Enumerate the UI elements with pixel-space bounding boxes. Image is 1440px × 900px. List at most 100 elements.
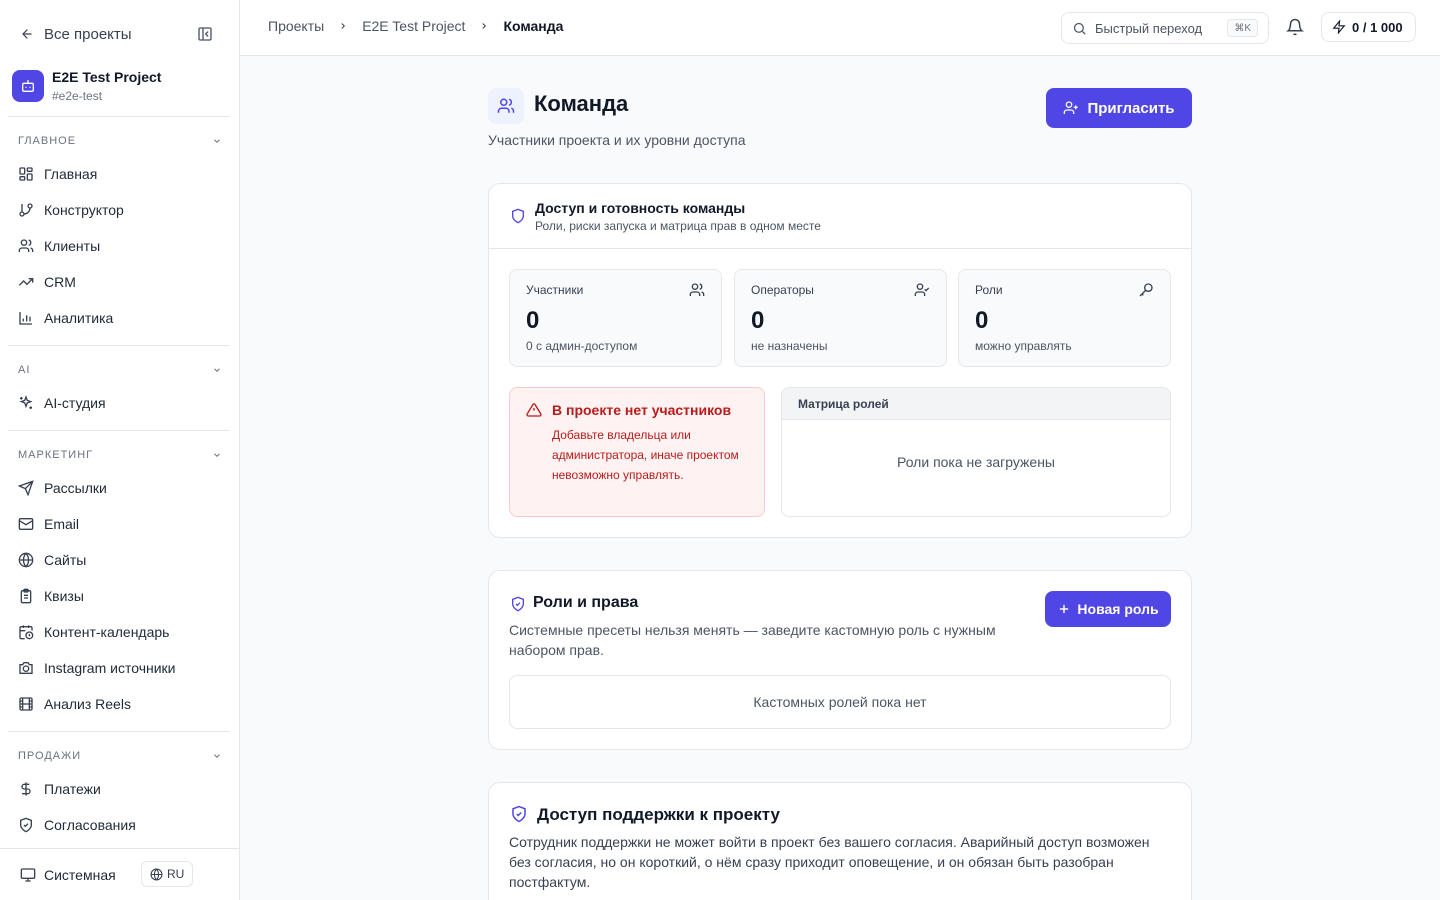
all-projects-link[interactable]: Все проекты	[20, 24, 220, 44]
card-header: Доступ и готовность команды Роли, риски …	[489, 184, 1191, 249]
sidebar-item-label: Email	[44, 516, 80, 532]
stat-value: 0	[526, 307, 540, 334]
stat-roles: Роли 0 можно управлять	[958, 269, 1171, 367]
page-subtitle: Участники проекта и их уровни доступа	[488, 132, 746, 148]
sidebar-item-payments[interactable]: Платежи	[10, 773, 230, 805]
invite-button[interactable]: Пригласить	[1046, 88, 1192, 128]
custom-roles-empty: Кастомных ролей пока нет	[509, 675, 1171, 729]
language-switcher[interactable]: RU	[141, 861, 194, 887]
shortcut-badge: ⌘K	[1227, 19, 1258, 37]
breadcrumb-project[interactable]: E2E Test Project	[362, 18, 465, 34]
camera-icon	[18, 660, 34, 676]
bell-icon[interactable]	[1286, 18, 1304, 36]
sidebar-item-builder[interactable]: Конструктор	[10, 194, 230, 226]
card-title: Доступ поддержки к проекту	[537, 805, 780, 824]
arrow-left-icon	[20, 27, 34, 41]
divider	[8, 116, 230, 117]
section-header-sales[interactable]: Продажи	[18, 749, 222, 763]
sidebar-item-email[interactable]: Email	[10, 508, 230, 540]
sidebar-item-label: AI-студия	[44, 395, 106, 411]
support-access-card: Доступ поддержки к проекту Сотрудник под…	[488, 782, 1192, 900]
no-members-alert: В проекте нет участников Добавьте владел…	[509, 387, 765, 517]
sidebar-item-label: CRM	[44, 274, 76, 290]
sidebar-item-crm[interactable]: CRM	[10, 266, 230, 298]
breadcrumb-current: Команда	[503, 18, 564, 34]
team-readiness-card: Доступ и готовность команды Роли, риски …	[488, 183, 1192, 538]
stat-value: 0	[751, 307, 765, 334]
project-switcher[interactable]: E2E Test Project #e2e-test	[12, 68, 232, 104]
sidebar-item-content-calendar[interactable]: Контент-календарь	[10, 616, 230, 648]
section-header-main[interactable]: Главное	[18, 134, 222, 148]
chevron-right-icon	[479, 21, 489, 31]
shield-check-icon	[510, 805, 528, 823]
users-icon	[18, 238, 34, 254]
sidebar: Все проекты E2E Test Project #e2e-test Г…	[0, 0, 240, 900]
breadcrumb-projects[interactable]: Проекты	[268, 18, 324, 34]
shield-icon	[510, 208, 526, 224]
stat-label: Роли	[975, 283, 1003, 297]
divider	[8, 731, 230, 732]
divider	[8, 345, 230, 346]
calendar-clock-icon	[18, 624, 34, 640]
sidebar-item-label: Рассылки	[44, 480, 107, 496]
project-slug: #e2e-test	[52, 89, 103, 103]
sidebar-item-label: Клиенты	[44, 238, 101, 254]
sparkles-icon	[18, 395, 34, 411]
dollar-icon	[18, 781, 34, 797]
sidebar-collapse-icon[interactable]	[197, 26, 213, 42]
usage-quota[interactable]: 0 / 1 000	[1321, 12, 1416, 42]
stat-note: не назначены	[751, 339, 828, 353]
sidebar-item-label: Сайты	[44, 552, 87, 568]
user-plus-icon	[1063, 100, 1079, 116]
sidebar-item-instagram-sources[interactable]: Instagram источники	[10, 652, 230, 684]
card-text: Сотрудник поддержки не может войти в про…	[509, 834, 1150, 890]
mail-icon	[18, 516, 34, 532]
users-icon	[689, 282, 705, 298]
chevron-down-icon	[212, 136, 222, 146]
globe-icon	[150, 868, 163, 881]
alert-title: В проекте нет участников	[552, 402, 732, 418]
section-header-marketing[interactable]: Маркетинг	[18, 448, 222, 462]
search-icon	[1072, 21, 1087, 36]
sidebar-item-approvals[interactable]: Согласования	[10, 809, 230, 841]
sidebar-item-analytics[interactable]: Аналитика	[10, 302, 230, 334]
sidebar-item-label: Главная	[44, 166, 98, 182]
card-subtitle: Роли, риски запуска и матрица прав в одн…	[535, 219, 821, 233]
project-name: E2E Test Project	[52, 69, 162, 85]
section-title: Продажи	[18, 750, 82, 762]
role-matrix-title: Матрица ролей	[782, 388, 1170, 420]
stat-operators: Операторы 0 не назначены	[734, 269, 947, 367]
sidebar-item-quizzes[interactable]: Квизы	[10, 580, 230, 612]
sidebar-item-label: Аналитика	[44, 310, 114, 326]
stat-value: 0	[975, 307, 989, 334]
topbar: Проекты E2E Test Project Команда Быстрый…	[240, 0, 1440, 56]
bot-icon	[12, 70, 44, 102]
quota-value: 0 / 1 000	[1352, 19, 1403, 35]
git-branch-icon	[18, 202, 34, 218]
theme-label: Системная	[44, 867, 116, 883]
section-header-ai[interactable]: AI	[18, 363, 222, 377]
sidebar-item-ai-studio[interactable]: AI-студия	[10, 387, 230, 419]
sidebar-item-mailings[interactable]: Рассылки	[10, 472, 230, 504]
sidebar-item-clients[interactable]: Клиенты	[10, 230, 230, 262]
section-title: Маркетинг	[18, 449, 94, 461]
chevron-down-icon	[212, 450, 222, 460]
chevron-down-icon	[212, 365, 222, 375]
zap-icon	[1332, 20, 1346, 34]
new-role-button[interactable]: Новая роль	[1045, 591, 1171, 627]
chevron-right-icon	[338, 21, 348, 31]
send-icon	[18, 480, 34, 496]
quick-jump-button[interactable]: Быстрый переход ⌘K	[1061, 12, 1269, 44]
sidebar-item-label: Квизы	[44, 588, 84, 604]
theme-switcher[interactable]: Системная	[20, 867, 116, 883]
monitor-icon	[20, 867, 36, 883]
sidebar-item-home[interactable]: Главная	[10, 158, 230, 190]
quick-jump-label: Быстрый переход	[1095, 20, 1203, 36]
stat-note: можно управлять	[975, 339, 1072, 353]
film-icon	[18, 696, 34, 712]
sidebar-item-reels-analysis[interactable]: Анализ Reels	[10, 688, 230, 720]
sidebar-item-label: Instagram источники	[44, 660, 176, 676]
clipboard-list-icon	[18, 588, 34, 604]
page-title: Команда	[534, 91, 629, 116]
sidebar-item-sites[interactable]: Сайты	[10, 544, 230, 576]
